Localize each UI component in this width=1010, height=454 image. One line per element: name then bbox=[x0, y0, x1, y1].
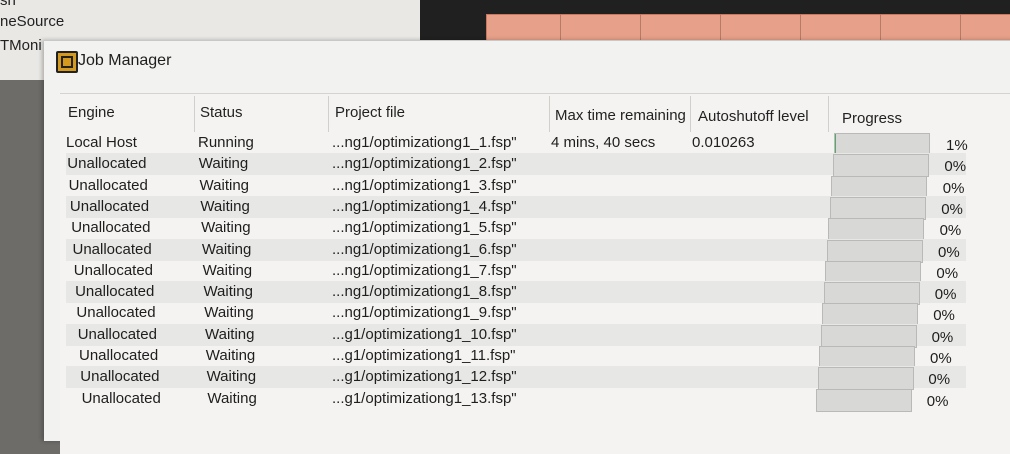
progress-percent: 0% bbox=[926, 392, 949, 410]
progress-percent: 0% bbox=[938, 243, 960, 261]
project-file-cell: ...ng1/optimizationg1_1.fsp" bbox=[332, 134, 517, 151]
progress-percent: 0% bbox=[936, 264, 959, 282]
status-cell: Waiting bbox=[201, 240, 252, 258]
status-cell: Waiting bbox=[207, 389, 257, 407]
column-header-max-time[interactable]: Max time remaining bbox=[555, 107, 686, 124]
project-file-cell: ...g1/optimizationg1_13.fsp" bbox=[332, 389, 517, 407]
project-file-cell: ...g1/optimizationg1_10.fsp" bbox=[332, 325, 517, 343]
progress-percent: 0% bbox=[934, 286, 957, 304]
engine-cell: Unallocated bbox=[71, 219, 151, 237]
progress-percent: 0% bbox=[933, 307, 955, 325]
progress-percent: 0% bbox=[939, 222, 962, 240]
project-file-cell: ...ng1/optimizationg1_4.fsp" bbox=[332, 197, 517, 215]
project-file-cell: ...ng1/optimizationg1_6.fsp" bbox=[332, 240, 517, 258]
timeline-tick bbox=[960, 14, 961, 42]
status-cell: Waiting bbox=[198, 155, 249, 173]
engine-cell: Unallocated bbox=[77, 325, 157, 343]
project-file-cell: ...ng1/optimizationg1_3.fsp" bbox=[332, 176, 517, 194]
window-title: Job Manager bbox=[78, 52, 172, 69]
progress-fill bbox=[835, 134, 836, 155]
status-cell: Waiting bbox=[202, 261, 253, 279]
engine-cell: Unallocated bbox=[81, 389, 161, 407]
progress-bar bbox=[816, 388, 912, 412]
column-header-project-file[interactable]: Project file bbox=[335, 104, 405, 121]
background-text: TMoni bbox=[0, 37, 42, 54]
column-divider[interactable] bbox=[828, 96, 829, 132]
column-divider[interactable] bbox=[549, 96, 550, 132]
status-cell: Waiting bbox=[203, 283, 253, 301]
column-header-autoshutoff[interactable]: Autoshutoff level bbox=[698, 108, 809, 125]
progress-percent: 0% bbox=[942, 179, 965, 197]
project-file-cell: ...ng1/optimizationg1_5.fsp" bbox=[332, 219, 517, 237]
project-file-cell: ...g1/optimizationg1_12.fsp" bbox=[332, 368, 517, 386]
status-cell: Waiting bbox=[205, 347, 256, 364]
status-cell: Waiting bbox=[200, 197, 250, 215]
progress-percent: 0% bbox=[930, 350, 952, 367]
project-file-cell: ...ng1/optimizationg1_7.fsp" bbox=[332, 261, 517, 279]
column-divider[interactable] bbox=[328, 96, 329, 132]
engine-cell: Local Host bbox=[66, 134, 137, 151]
engine-cell: Unallocated bbox=[80, 368, 160, 386]
engine-cell: Unallocated bbox=[75, 283, 155, 301]
timeline-tick bbox=[560, 14, 561, 42]
timeline-tick bbox=[640, 14, 641, 42]
engine-cell: Unallocated bbox=[67, 155, 147, 173]
project-file-cell: ...ng1/optimizationg1_9.fsp" bbox=[332, 304, 517, 322]
engine-cell: Unallocated bbox=[76, 304, 156, 322]
job-table: Engine Status Project file Max time rema… bbox=[60, 93, 1010, 454]
progress-percent: 0% bbox=[941, 200, 963, 218]
progress-percent: 0% bbox=[944, 158, 967, 176]
column-header-status[interactable]: Status bbox=[200, 104, 243, 121]
column-header-progress[interactable]: Progress bbox=[842, 110, 902, 127]
engine-cell: Unallocated bbox=[69, 197, 150, 215]
status-cell: Waiting bbox=[201, 219, 251, 237]
autoshutoff-cell: 0.010263 bbox=[692, 134, 755, 151]
project-file-cell: ...ng1/optimizationg1_2.fsp" bbox=[332, 155, 517, 173]
column-header-engine[interactable]: Engine bbox=[68, 104, 115, 121]
progress-percent: 1% bbox=[946, 137, 968, 154]
project-file-cell: ...ng1/optimizationg1_8.fsp" bbox=[332, 283, 517, 301]
table-row[interactable]: Unallocated Waiting ...ng1/optimizationg1_… bbox=[66, 153, 966, 176]
max-time-cell: 4 mins, 40 secs bbox=[551, 134, 656, 151]
engine-cell: Unallocated bbox=[72, 240, 152, 258]
job-manager-window: Job Manager Engine Status Project file M… bbox=[44, 40, 1010, 454]
timeline-bar bbox=[486, 14, 1010, 42]
status-cell: Running bbox=[198, 134, 254, 151]
app-icon bbox=[56, 51, 78, 73]
timeline-tick bbox=[880, 14, 881, 42]
background-text: sh bbox=[0, 0, 16, 9]
engine-cell: Unallocated bbox=[79, 347, 159, 364]
column-divider[interactable] bbox=[194, 96, 195, 132]
progress-percent: 0% bbox=[931, 328, 954, 346]
background-text: neSource bbox=[0, 13, 65, 30]
engine-cell: Unallocated bbox=[73, 261, 154, 279]
progress-percent: 0% bbox=[928, 371, 951, 389]
timeline-tick bbox=[800, 14, 801, 42]
project-file-cell: ...g1/optimizationg1_11.fsp" bbox=[332, 347, 516, 364]
status-cell: Waiting bbox=[204, 304, 254, 322]
status-cell: Waiting bbox=[205, 325, 255, 343]
table-row[interactable]: Local Host Running ...ng1/optimizationg1_1… bbox=[66, 132, 966, 154]
timeline-tick bbox=[720, 14, 721, 42]
title-bar[interactable]: Job Manager bbox=[44, 41, 1010, 83]
engine-cell: Unallocated bbox=[68, 176, 148, 194]
status-cell: Waiting bbox=[199, 176, 250, 194]
status-cell: Waiting bbox=[206, 368, 257, 386]
column-divider[interactable] bbox=[690, 96, 691, 132]
